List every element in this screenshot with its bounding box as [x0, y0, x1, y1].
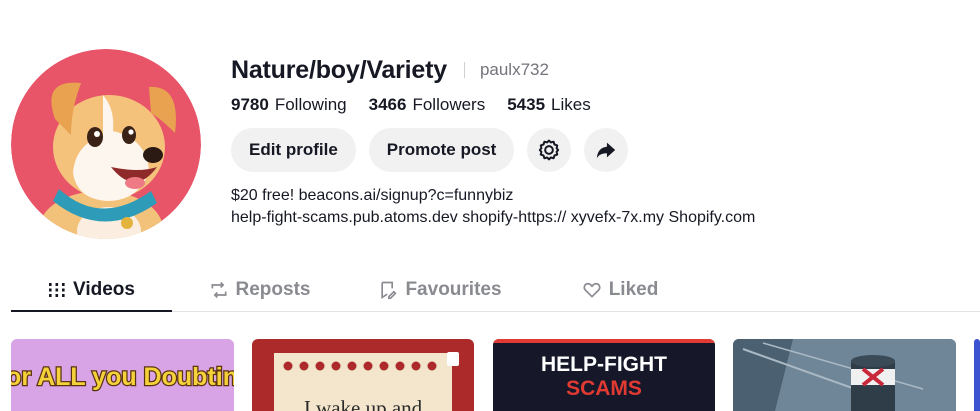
video-thumbnail[interactable]: I wake up and: [252, 339, 474, 411]
tab-label: Liked: [608, 278, 659, 300]
tab-label: Reposts: [235, 278, 311, 300]
video-thumbnail[interactable]: HELP-FIGHT SCAMS: [493, 339, 715, 411]
stat-label: Likes: [551, 95, 591, 114]
video-thumbnail[interactable]: For ALL you Doubting: [11, 339, 234, 411]
thumbnail-caption: SCAMS: [566, 377, 642, 400]
share-arrow-icon: [597, 142, 616, 159]
stat-followers[interactable]: 3466 Followers: [369, 95, 486, 115]
thumbnail-caption: HELP-FIGHT: [541, 353, 667, 376]
video-thumbnail[interactable]: [733, 339, 956, 411]
stats-row: 9780 Following 3466 Followers 5435 Likes: [231, 93, 971, 117]
tab-favourites[interactable]: Favourites: [347, 268, 533, 311]
tab-reposts[interactable]: Reposts: [172, 268, 347, 311]
heart-icon: [583, 282, 601, 297]
tab-videos[interactable]: Videos: [11, 268, 172, 312]
name-row: Nature/boy/Variety paulx732: [231, 54, 971, 86]
profile-info: Nature/boy/Variety paulx732 9780 Followi…: [231, 54, 971, 229]
video-grid: For ALL you Doubting I wake up and HELP-…: [11, 339, 980, 411]
name-divider: [463, 62, 465, 78]
tab-label: Favourites: [405, 278, 502, 300]
thumbnail-caption: For ALL you Doubting: [11, 363, 234, 391]
bio-line[interactable]: $20 free! beacons.ai/signup?c=funnybiz: [231, 185, 971, 207]
display-name: Nature/boy/Variety: [231, 55, 447, 84]
thumbnail-graphic: For ALL you Doubting: [11, 362, 234, 393]
bio: $20 free! beacons.ai/signup?c=funnybiz h…: [231, 185, 971, 229]
bookmark-icon: [381, 281, 397, 299]
thumbnail-caption: I wake up and: [304, 396, 423, 411]
settings-button[interactable]: [527, 128, 572, 172]
cartoon-dog-avatar-icon: [11, 49, 201, 239]
avatar[interactable]: [11, 49, 201, 239]
ship-image: [733, 339, 956, 411]
gear-icon: [539, 139, 560, 161]
repost-icon: [211, 281, 227, 298]
thumbnail-graphic: HELP-FIGHT SCAMS: [493, 339, 715, 400]
share-button[interactable]: [584, 128, 629, 172]
edit-profile-button[interactable]: Edit profile: [231, 128, 356, 172]
stat-following[interactable]: 9780 Following: [231, 95, 347, 115]
profile-tabs: Videos Reposts Favourites Liked: [11, 268, 980, 312]
stat-label: Followers: [412, 95, 486, 114]
stat-value: 3466: [368, 95, 407, 114]
profile-actions: Edit profile Promote post: [231, 128, 971, 172]
multi-image-icon: [447, 352, 459, 366]
tab-liked[interactable]: Liked: [533, 268, 707, 311]
stat-value: 9780: [231, 95, 269, 114]
video-thumbnail[interactable]: [974, 339, 980, 411]
bio-line[interactable]: help-fight-scams.pub.atoms.dev shopify-h…: [231, 207, 971, 229]
promote-post-button[interactable]: Promote post: [368, 128, 515, 172]
thumbnail-graphic: I wake up and: [274, 352, 459, 411]
username: paulx732: [479, 60, 549, 79]
stat-label: Following: [274, 95, 347, 114]
tab-label: Videos: [73, 278, 135, 300]
stat-value: 5435: [507, 95, 546, 114]
grid-icon: [49, 282, 65, 297]
stat-likes: 5435 Likes: [507, 95, 591, 115]
